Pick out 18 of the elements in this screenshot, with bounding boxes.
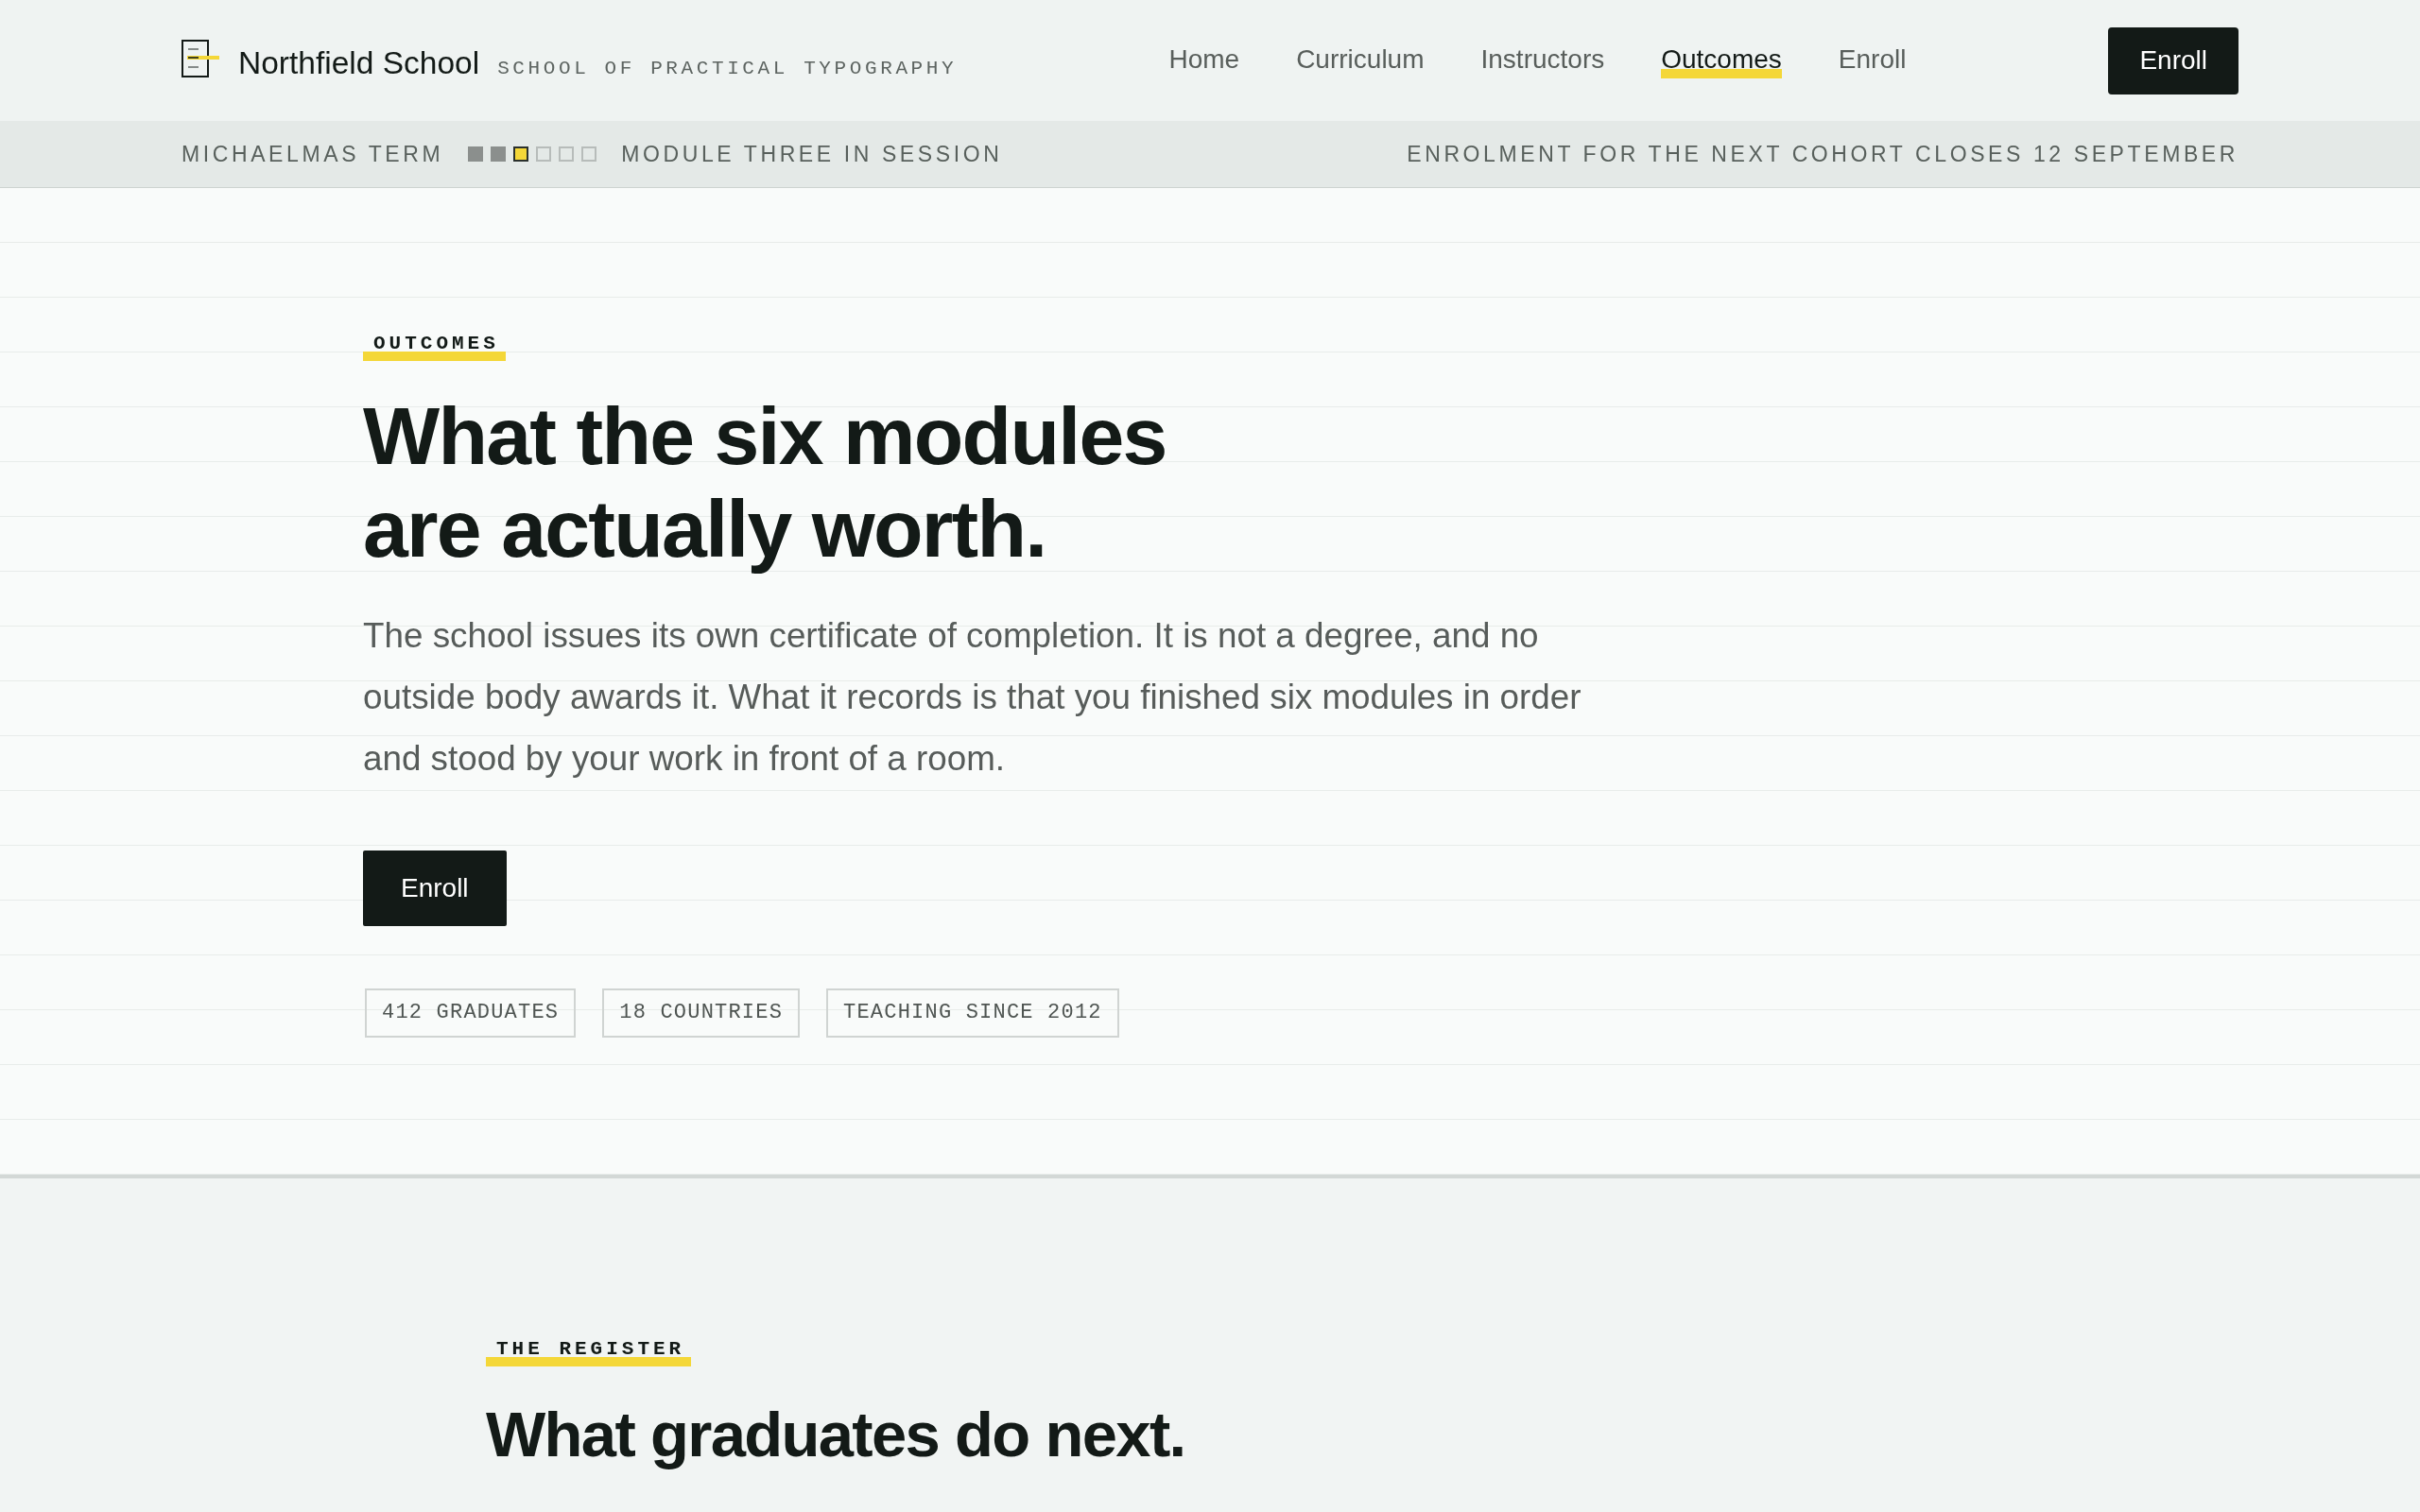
stat-tag: TEACHING SINCE 2012 [826,988,1119,1038]
stat-tag: 18 COUNTRIES [602,988,801,1038]
nav-link[interactable]: Curriculum [1296,43,1425,78]
hero-paragraph: The school issues its own certificate of completion. It is not a degree, and no outside body awards it. What it records is that you finished six modules in order and stood by your work in front of a room. [363,615,1582,780]
nav-link[interactable]: Home [1168,43,1240,78]
register-heading: What graduates do next. [486,1398,1185,1470]
term-label: MICHAELMAS TERM [182,141,444,167]
hero-heading: What the six modules are actually worth. [363,389,1167,575]
brand-tagline: SCHOOL OF PRACTICAL TYPOGRAPHY [497,58,958,79]
enrolment-notice: ENROLMENT FOR THE NEXT COHORT CLOSES 12 SEPTEMBER [1407,141,2238,167]
session-label: MODULE THREE IN SESSION [621,141,1003,167]
enroll-button[interactable]: Enroll [363,850,507,926]
stat-tag: 412 GRADUATES [365,988,577,1038]
document-logo-icon [182,40,219,77]
nav-link[interactable]: Enroll [1838,43,1907,78]
enroll-button[interactable]: Enroll [2108,26,2238,94]
brand-name: Northfield School [238,45,480,81]
nav-link[interactable]: Instructors [1480,43,1605,78]
